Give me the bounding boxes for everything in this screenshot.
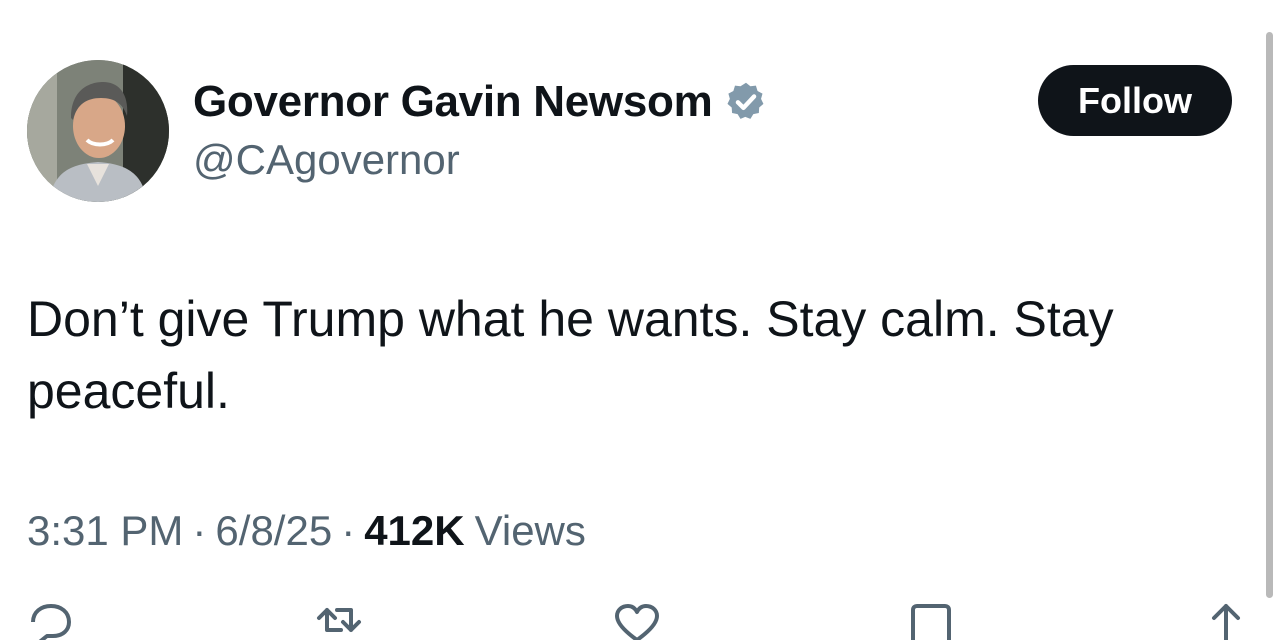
tweet-text: Don’t give Trump what he wants. Stay cal… [27, 291, 1128, 419]
bookmark-button[interactable] [907, 600, 955, 640]
tweet-time[interactable]: 3:31 PM [27, 507, 183, 555]
retweet-button[interactable] [315, 600, 363, 640]
views-label: Views [474, 507, 586, 554]
like-button[interactable] [613, 600, 661, 640]
meta-separator: · [192, 507, 207, 554]
scrollbar[interactable] [1266, 32, 1273, 598]
author-handle[interactable]: @CAgovernor [193, 136, 460, 184]
avatar-photo [27, 60, 169, 202]
bookmark-icon [911, 604, 951, 640]
reply-icon [31, 604, 71, 640]
meta-separator: · [341, 507, 356, 554]
heart-icon [615, 604, 659, 640]
tweet-actions-bar [27, 600, 1257, 640]
tweet-date[interactable]: 6/8/25 [215, 507, 332, 555]
author-name-row: Governor Gavin Newsom [193, 76, 768, 128]
verified-badge-icon[interactable] [724, 80, 768, 124]
avatar[interactable] [27, 60, 169, 202]
author-display-name[interactable]: Governor Gavin Newsom [193, 77, 713, 127]
views-count: 412K [364, 507, 465, 554]
tweet-metadata: 3:31 PM · 6/8/25 · 412K Views [27, 505, 586, 557]
retweet-icon [317, 608, 361, 632]
share-button[interactable] [1202, 600, 1250, 640]
reply-button[interactable] [27, 600, 75, 640]
share-icon [1212, 604, 1240, 640]
follow-button[interactable]: Follow [1038, 65, 1232, 136]
